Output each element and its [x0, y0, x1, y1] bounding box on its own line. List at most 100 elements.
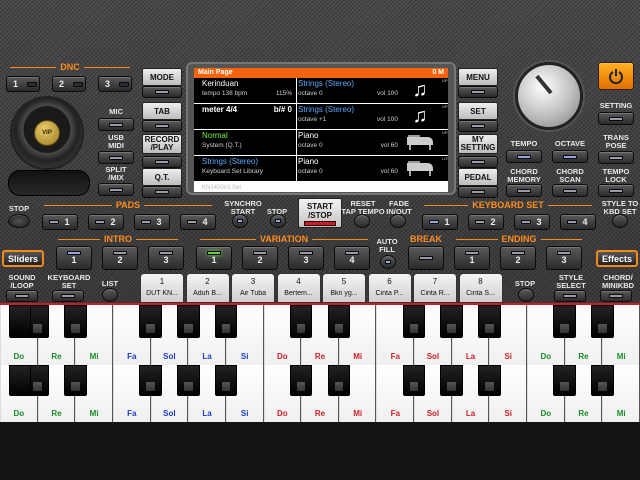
black-key[interactable] — [327, 365, 351, 397]
break-button[interactable] — [408, 246, 444, 270]
qt-led-button[interactable] — [142, 186, 182, 198]
black-key[interactable] — [402, 365, 426, 397]
set-led-button[interactable] — [458, 120, 498, 132]
black-key[interactable] — [327, 305, 351, 338]
black-key[interactable] — [402, 305, 426, 338]
display-row-up1[interactable]: Kerinduan tempo 138 bpm 115% Strings (Ster… — [194, 78, 448, 104]
effects-button[interactable]: Effects — [596, 250, 638, 267]
pitch-wheel[interactable] — [8, 170, 90, 196]
set-button[interactable]: SET — [458, 102, 498, 120]
keyboard-set-select-button[interactable] — [52, 290, 84, 302]
black-key[interactable] — [440, 365, 464, 397]
black-key[interactable] — [214, 365, 238, 397]
intro-1-button[interactable]: 1 — [56, 246, 92, 270]
pedal-led-button[interactable] — [458, 186, 498, 198]
ending-2-button[interactable]: 2 — [500, 246, 536, 270]
mode-led-button[interactable] — [142, 86, 182, 98]
synchro-start-button[interactable] — [232, 214, 248, 228]
black-key[interactable] — [8, 365, 32, 397]
black-key[interactable] — [591, 365, 614, 397]
vip-knob[interactable]: VIP — [10, 96, 84, 170]
song-tab[interactable]: 4 Bertem... — [276, 273, 321, 303]
sound-loop-button[interactable] — [6, 290, 38, 302]
dnc-1-button[interactable]: 1 — [6, 76, 40, 92]
intro-3-button[interactable]: 3 — [148, 246, 184, 270]
menu-led-button[interactable] — [458, 86, 498, 98]
auto-fill-button[interactable] — [380, 255, 396, 269]
reset-tap-tempo-button[interactable] — [354, 214, 370, 228]
synchro-stop-button[interactable] — [270, 214, 286, 228]
style-to-kbd-set-button[interactable] — [612, 214, 628, 228]
keyboard-set-2-button[interactable]: 2 — [468, 214, 504, 230]
black-key[interactable] — [553, 305, 576, 338]
black-key[interactable] — [289, 305, 313, 338]
black-key[interactable] — [553, 365, 576, 397]
power-button[interactable] — [598, 62, 634, 90]
chord-memory-button[interactable] — [506, 184, 542, 197]
display-row-up3[interactable]: Normal System (Q.T.) Piano octave 0 vol 60 … — [194, 130, 448, 156]
setting-button[interactable] — [598, 112, 634, 125]
song-tab[interactable]: 2 Aduh B... — [185, 273, 230, 303]
usb-midi-button[interactable] — [98, 151, 134, 164]
transpose-button[interactable] — [598, 151, 634, 164]
record-led-button[interactable] — [142, 156, 182, 168]
song-tab[interactable]: 5 Bkn yg... — [322, 273, 366, 303]
chord-minikbd-button[interactable] — [600, 290, 632, 302]
display-row-up2[interactable]: meter 4/4 b/# 0 Strings (Stereo) octave +1… — [194, 104, 448, 130]
record-play-button[interactable]: RECORD /PLAY — [142, 134, 182, 154]
split-mix-button[interactable] — [98, 183, 134, 196]
stop-pads-button[interactable] — [8, 214, 30, 228]
pad-4-button[interactable]: 4 — [180, 214, 216, 230]
ending-1-button[interactable]: 1 — [454, 246, 490, 270]
tempo-lock-button[interactable] — [598, 184, 634, 197]
menu-button[interactable]: MENU — [458, 68, 498, 86]
black-key[interactable] — [64, 365, 87, 397]
display-row-low[interactable]: Strings (Stereo) Keyboard Set Library Pia… — [194, 156, 448, 182]
pad-1-button[interactable]: 1 — [42, 214, 78, 230]
dnc-2-button[interactable]: 2 — [52, 76, 86, 92]
lower-keyboard[interactable]: Do Re Mi Fa Sol La Si Do Re Mi Fa Sol La Si Do Re Mi — [0, 365, 640, 422]
upper-keyboard[interactable]: Do Re Mi Fa Sol La Si Do Re Mi Fa Sol La Si Do Re Mi — [0, 303, 640, 365]
chord-scan-button[interactable] — [552, 184, 588, 197]
pad-3-button[interactable]: 3 — [134, 214, 170, 230]
octave-button[interactable] — [552, 150, 588, 163]
keyboard-set-1-button[interactable]: 1 — [422, 214, 458, 230]
variation-1-button[interactable]: 1 — [196, 246, 232, 270]
song-tab[interactable]: 8 Cinta S... — [458, 273, 503, 303]
variation-4-button[interactable]: 4 — [334, 246, 370, 270]
tab-led-button[interactable] — [142, 120, 182, 132]
stop-song-button[interactable] — [518, 288, 534, 302]
tab-button[interactable]: TAB — [142, 102, 182, 120]
my-setting-led-button[interactable] — [458, 156, 498, 168]
song-tab[interactable]: 1 DUT KN... — [140, 273, 184, 303]
mic-button[interactable] — [98, 118, 134, 131]
black-key[interactable] — [478, 365, 501, 397]
song-tab[interactable]: 7 Cinta R... — [413, 273, 457, 303]
tempo-button[interactable] — [506, 150, 542, 163]
black-key[interactable] — [591, 305, 614, 338]
qt-button[interactable]: Q.T. — [142, 168, 182, 186]
ending-3-button[interactable]: 3 — [546, 246, 582, 270]
black-key[interactable] — [64, 305, 87, 338]
pedal-button[interactable]: PEDAL — [458, 168, 498, 186]
keyboard-set-3-button[interactable]: 3 — [514, 214, 550, 230]
keyboard-set-4-button[interactable]: 4 — [560, 214, 596, 230]
song-tab[interactable]: 3 Air Tuba — [231, 273, 275, 303]
style-select-button[interactable] — [554, 290, 586, 302]
black-key[interactable] — [139, 305, 162, 338]
song-tab[interactable]: 6 Cinta P... — [367, 273, 412, 303]
dnc-3-button[interactable]: 3 — [98, 76, 132, 92]
fade-in-out-button[interactable] — [390, 214, 406, 228]
variation-2-button[interactable]: 2 — [242, 246, 278, 270]
black-key[interactable] — [8, 305, 32, 338]
master-volume-knob[interactable] — [515, 62, 583, 130]
sliders-button[interactable]: Sliders — [2, 250, 44, 267]
black-key[interactable] — [176, 365, 200, 397]
black-key[interactable] — [289, 365, 313, 397]
my-setting-button[interactable]: MY SETTING — [458, 134, 498, 154]
intro-2-button[interactable]: 2 — [102, 246, 138, 270]
black-key[interactable] — [440, 305, 464, 338]
black-key[interactable] — [214, 305, 238, 338]
mode-button[interactable]: MODE — [142, 68, 182, 86]
black-key[interactable] — [176, 305, 200, 338]
